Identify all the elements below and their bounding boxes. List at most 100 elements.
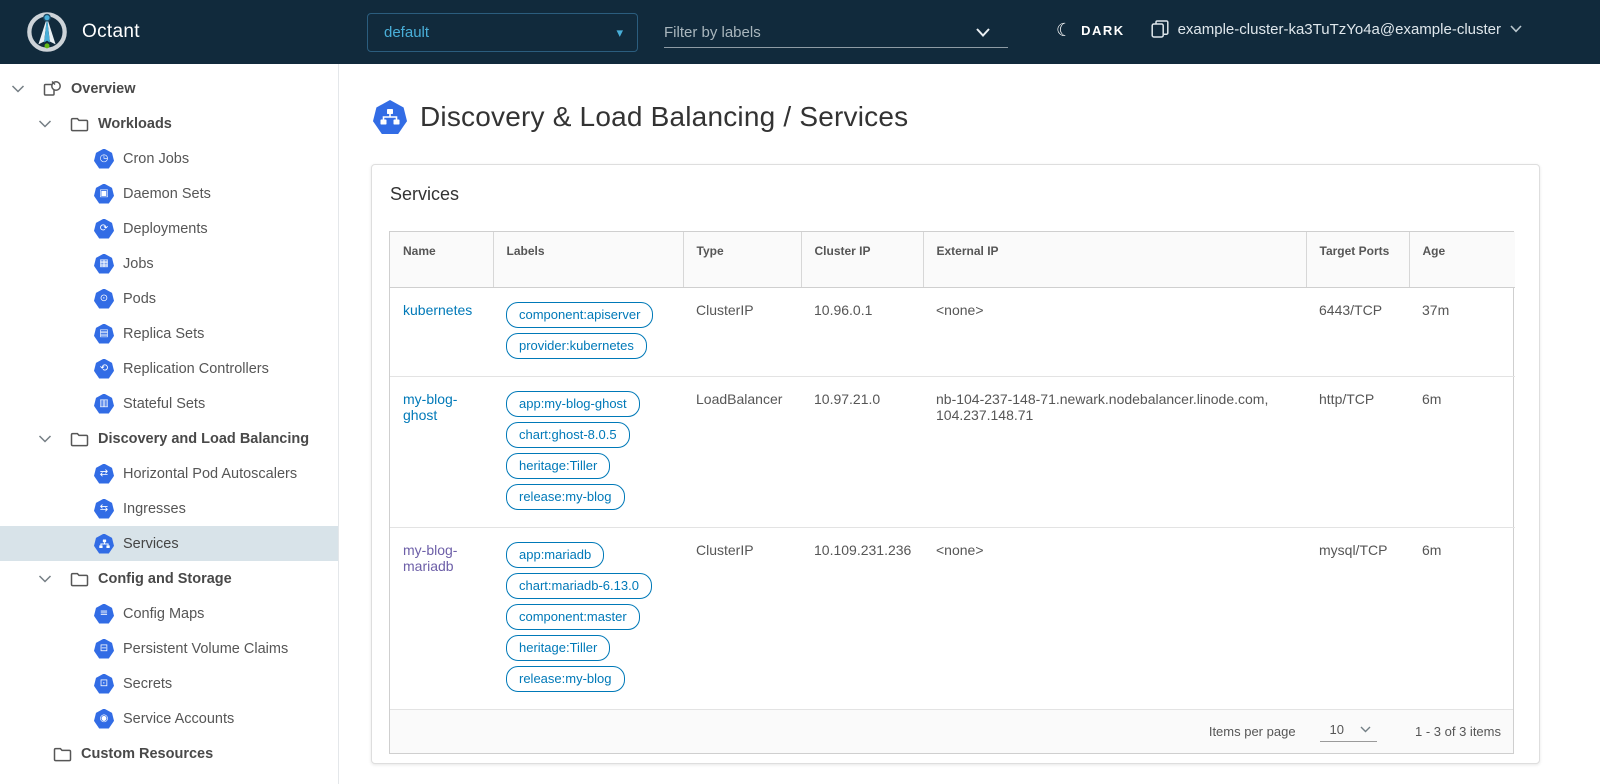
label-badge[interactable]: app:my-blog-ghost [506,391,640,417]
cell-name: my-blog-mariadb [390,527,493,709]
sidebar-item-replica-sets[interactable]: ▤ Replica Sets [0,316,338,351]
cell-target-ports: mysql/TCP [1306,527,1409,709]
label-badge-wrap: heritage:Tiller [506,635,673,661]
pods-icon: ⊙ [94,289,114,309]
moon-icon: ☾ [1056,20,1072,41]
sidebar-item-persistent-volume-claims[interactable]: ⊟Persistent Volume Claims [0,631,338,666]
cell-age: 37m [1409,287,1515,376]
service-link[interactable]: kubernetes [403,302,472,318]
cell-name: kubernetes [390,287,493,376]
sidebar-item-secrets[interactable]: ⊡Secrets [0,666,338,701]
namespace-dropdown-value: default [384,24,616,41]
cell-labels: component:apiserver provider:kubernetes [493,287,683,376]
namespace-caret-icon: ▾ [616,25,623,41]
chevron-down-icon[interactable] [37,575,53,583]
label-badge[interactable]: chart:ghost-8.0.5 [506,422,630,448]
cluster-selector[interactable]: example-cluster-ka3TuTzYo4a@example-clus… [1151,20,1522,38]
label-badge-wrap: release:my-blog [506,484,673,510]
top-header-bar: Octant default ▾ Filter by labels ☾ DARK… [0,0,1600,64]
sidebar-item-label: Config Maps [123,606,204,622]
cell-target-ports: http/TCP [1306,376,1409,527]
column-header-target-ports: Target Ports [1306,232,1409,287]
service-link[interactable]: my-blog-ghost [403,391,457,423]
label-badge[interactable]: component:apiserver [506,302,653,328]
label-badge[interactable]: app:mariadb [506,542,604,568]
sidebar-item-deployments[interactable]: ⟳Deployments [0,211,338,246]
items-per-page-label: Items per page [1209,724,1296,739]
label-badge-wrap: heritage:Tiller [506,453,673,479]
sidebar-item-custom-resources[interactable]: Custom Resources [0,736,338,771]
sidebar-item-overview[interactable]: Overview [0,71,338,106]
sidebar-item-config-and-storage[interactable]: Config and Storage [0,561,338,596]
cell-external-ip: nb-104-237-148-71.newark.nodebalancer.li… [923,376,1306,527]
sidebar-item-cron-jobs[interactable]: ◷Cron Jobs [0,141,338,176]
folder-icon [70,571,89,587]
column-header-name: Name [390,232,493,287]
label-badge-wrap: component:master [506,604,673,630]
sidebar-item-services[interactable]: Services [0,526,338,561]
label-badge-wrap: app:mariadb [506,542,673,568]
folder-icon [70,431,89,447]
sidebar-item-config-maps[interactable]: ≡Config Maps [0,596,338,631]
cluster-chevron-down-icon [1510,25,1522,33]
sidebar-item-pods[interactable]: ⊙Pods [0,281,338,316]
items-per-page-chevron-icon [1360,726,1371,733]
services-card: Services NameLabelsTypeCluster IPExterna… [371,164,1540,764]
chevron-down-icon[interactable] [10,85,26,93]
dark-theme-toggle[interactable]: ☾ DARK [1056,20,1125,41]
sidebar-item-workloads[interactable]: Workloads [0,106,338,141]
sidebar-item-service-accounts[interactable]: ◉Service Accounts [0,701,338,736]
folder-icon [70,571,89,587]
folder-icon [70,116,89,132]
service-link[interactable]: my-blog-mariadb [403,542,457,574]
cell-type: LoadBalancer [683,376,801,527]
sidebar-item-ingresses[interactable]: ⇆Ingresses [0,491,338,526]
label-badge[interactable]: provider:kubernetes [506,333,647,359]
theme-toggle-label: DARK [1081,23,1125,38]
label-badge[interactable]: heritage:Tiller [506,635,610,661]
sidebar-item-daemon-sets[interactable]: ▣Daemon Sets [0,176,338,211]
label-badge[interactable]: release:my-blog [506,484,625,510]
cell-type: ClusterIP [683,287,801,376]
label-badge[interactable]: heritage:Tiller [506,453,610,479]
sidebar-item-jobs[interactable]: ▦Jobs [0,246,338,281]
sidebar-item-label: Replica Sets [123,326,204,342]
sidebar-item-label: Daemon Sets [123,186,211,202]
cell-type: ClusterIP [683,527,801,709]
pagination-footer: Items per page 10 1 - 3 of 3 items [390,709,1513,753]
cell-age: 6m [1409,376,1515,527]
cell-labels: app:mariadb chart:mariadb-6.13.0 component… [493,527,683,709]
cell-cluster-ip: 10.109.231.236 [801,527,923,709]
brand: Octant [26,11,140,53]
label-badge[interactable]: chart:mariadb-6.13.0 [506,573,652,599]
replica-sets-icon: ▤ [94,324,114,344]
objects-icon [43,80,62,97]
cell-cluster-ip: 10.96.0.1 [801,287,923,376]
chevron-down-icon[interactable] [37,435,53,443]
filter-chevron-down-icon[interactable] [976,28,990,37]
sidebar-item-label: Persistent Volume Claims [123,641,288,657]
jobs-icon: ▦ [94,254,114,274]
chevron-down-icon[interactable] [37,120,53,128]
horizontal-pod-autoscalers-icon: ⇄ [94,464,114,484]
services-icon [94,534,114,554]
label-filter-input[interactable]: Filter by labels [664,18,1008,48]
sidebar-item-horizontal-pod-autoscalers[interactable]: ⇄ Horizontal Pod Autoscalers [0,456,338,491]
sidebar-item-label: Horizontal Pod Autoscalers [123,466,297,482]
namespace-dropdown[interactable]: default ▾ [367,13,638,52]
services-icon [373,100,407,134]
cron-jobs-icon: ◷ [94,149,114,169]
replication-controllers-icon: ⟲ [94,359,114,379]
label-badge[interactable]: release:my-blog [506,666,625,692]
sidebar-item-replication-controllers[interactable]: ⟲Replication Controllers [0,351,338,386]
items-per-page-select[interactable]: 10 [1320,720,1377,742]
sidebar-item-stateful-sets[interactable]: ▥Stateful Sets [0,386,338,421]
label-badge[interactable]: component:master [506,604,640,630]
cell-external-ip: <none> [923,287,1306,376]
service-accounts-icon: ◉ [94,709,114,729]
page-header: Discovery & Load Balancing / Services [373,100,1600,134]
sidebar-item-label: Custom Resources [81,746,213,762]
services-table: NameLabelsTypeCluster IPExternal IPTarge… [390,232,1515,709]
sidebar-navigation: OverviewWorkloads◷Cron Jobs▣Daemon Sets⟳… [0,64,339,784]
sidebar-item-discovery-and-load-balancing[interactable]: Discovery and Load Balancing [0,421,338,456]
